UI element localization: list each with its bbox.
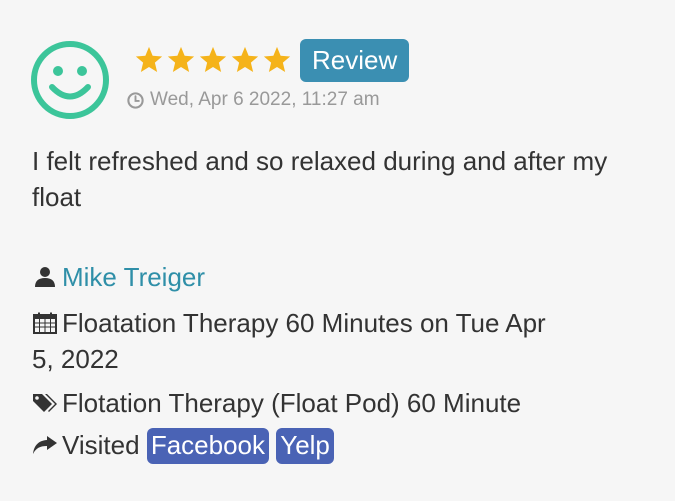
star-icon (135, 46, 163, 72)
author-row: Mike Treiger (32, 259, 205, 295)
appointment-row: Floatation Therapy 60 Minutes on Tue Apr… (32, 305, 642, 377)
calendar-icon (33, 312, 57, 334)
star-icon (167, 46, 195, 72)
review-date: Wed, Apr 6 2022, 11:27 am (126, 89, 380, 111)
appointment-line-1: Floatation Therapy 60 Minutes on Tue Apr (62, 308, 546, 338)
appointment-line-2: 5, 2022 (32, 344, 119, 374)
source-badge-yelp[interactable]: Yelp (276, 428, 334, 464)
service-text: Flotation Therapy (Float Pod) 60 Minute (62, 388, 522, 418)
rating-row: Review (134, 38, 410, 82)
author-link[interactable]: Mike Treiger (62, 262, 205, 292)
share-arrow-icon (33, 436, 57, 454)
source-badge-facebook[interactable]: Facebook (146, 428, 269, 464)
visited-label: Visited (62, 430, 140, 460)
review-badge: Review (300, 38, 410, 82)
smiley-face-icon (31, 41, 109, 119)
clock-icon (127, 91, 144, 109)
review-comment: I felt refreshed and so relaxed during a… (32, 146, 608, 212)
star-icon (263, 46, 291, 72)
tag-icon (33, 394, 57, 412)
star-icon (199, 46, 227, 72)
review-card: Review Wed, Apr 6 2022, 11:27 am I felt … (0, 0, 675, 501)
review-date-text: Wed, Apr 6 2022, 11:27 am (150, 89, 380, 110)
user-icon (35, 267, 55, 287)
service-row: Flotation Therapy (Float Pod) 60 Minute (32, 385, 521, 421)
star-rating (134, 45, 292, 75)
star-icon (231, 46, 259, 72)
visited-row: Visited Facebook Yelp (32, 427, 334, 464)
